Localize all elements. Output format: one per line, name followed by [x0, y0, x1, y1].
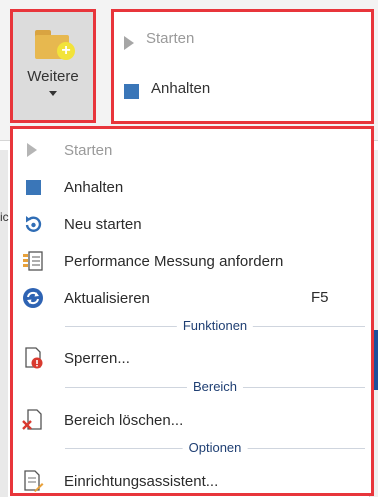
section-label: Optionen	[182, 440, 248, 455]
background-panel-left	[0, 150, 8, 497]
menu-item-label: Starten	[64, 141, 113, 159]
stop-icon	[22, 176, 44, 198]
menu-item-label: Bereich löschen...	[64, 411, 184, 429]
start-stop-group: Starten Anhalten	[111, 9, 374, 124]
menu-item-label: Sperren...	[64, 349, 130, 367]
refresh-icon	[22, 287, 44, 309]
start-button-label: Starten	[146, 29, 195, 47]
stop-icon	[124, 84, 139, 99]
menu-item-anhalten[interactable]: Anhalten	[13, 172, 371, 202]
play-icon	[124, 36, 134, 50]
menu-item-label: Einrichtungsassistent...	[64, 472, 219, 490]
menu-item-label: Performance Messung anfordern	[64, 252, 284, 270]
menu-item-label: Neu starten	[64, 215, 142, 233]
menu-item-bereich-loeschen[interactable]: Bereich löschen...	[13, 405, 371, 435]
menu-item-sperren[interactable]: Sperren...	[13, 343, 371, 373]
start-button[interactable]: Starten	[124, 26, 194, 50]
section-label: Funktionen	[176, 318, 254, 333]
menu-item-starten[interactable]: Starten	[13, 135, 371, 165]
section-separator-bereich: Bereich	[65, 379, 365, 395]
dropdown-caret-icon	[49, 91, 57, 96]
menu-item-neu-starten[interactable]: Neu starten	[13, 209, 371, 239]
more-dropdown-menu: Starten Anhalten Neu starten Performance…	[10, 126, 374, 496]
more-button-label: Weitere	[27, 68, 79, 85]
delete-document-icon	[22, 409, 44, 431]
stop-button[interactable]: Anhalten	[124, 78, 210, 99]
lock-document-icon	[22, 347, 44, 369]
restart-icon	[22, 213, 44, 235]
shortcut-label: F5	[311, 289, 329, 306]
performance-icon	[22, 250, 44, 272]
menu-item-label: Anhalten	[64, 178, 124, 196]
play-icon	[22, 139, 44, 161]
stop-button-label: Anhalten	[151, 80, 211, 97]
menu-item-aktualisieren[interactable]: Aktualisieren F5	[13, 283, 371, 313]
more-button[interactable]: + Weitere	[10, 9, 96, 123]
wizard-icon	[22, 470, 44, 492]
folder-add-icon: +	[33, 26, 75, 60]
section-label: Bereich	[186, 379, 244, 394]
menu-item-einrichtungsassistent[interactable]: Einrichtungsassistent...	[13, 466, 371, 496]
background-text-fragment: ic	[0, 210, 9, 224]
section-separator-optionen: Optionen	[65, 440, 365, 456]
menu-item-performance-messung[interactable]: Performance Messung anfordern	[13, 246, 371, 276]
section-separator-funktionen: Funktionen	[65, 318, 365, 334]
